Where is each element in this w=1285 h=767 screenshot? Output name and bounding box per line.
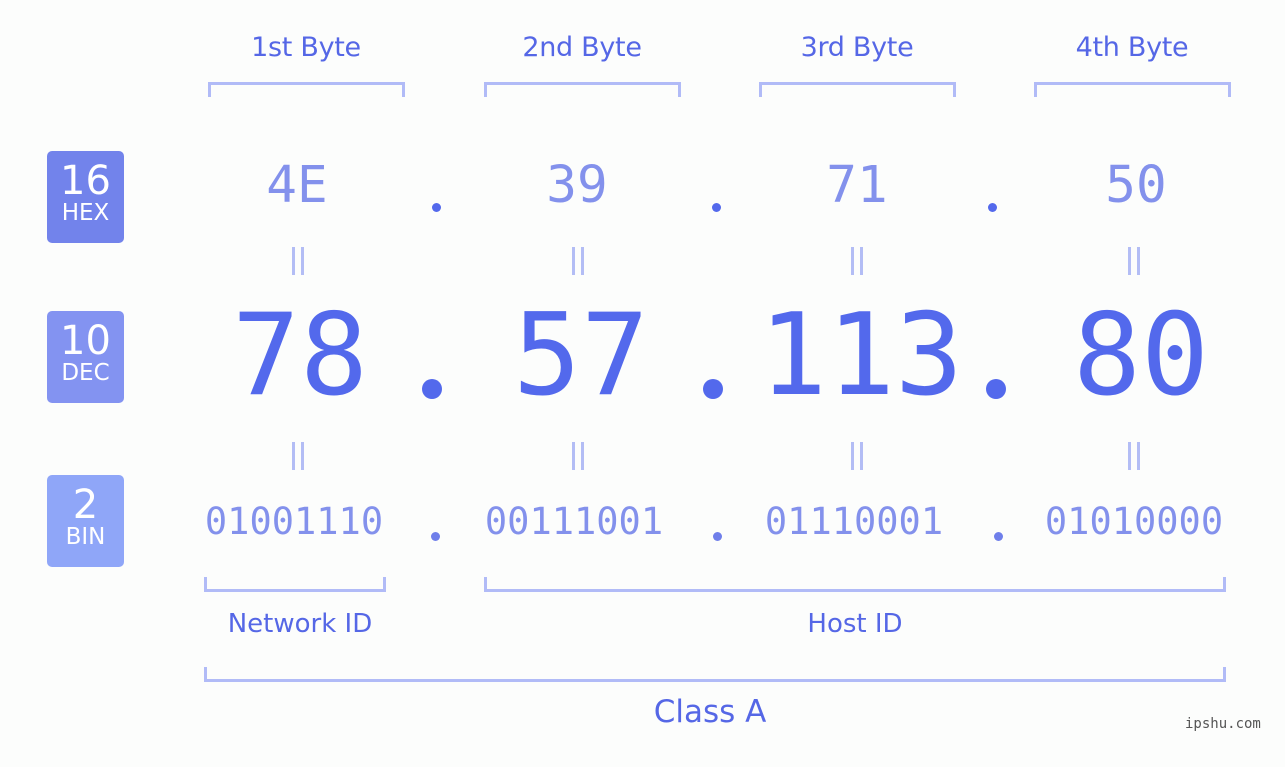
hex-value-3: 71: [826, 156, 888, 215]
host-id-bracket: [484, 577, 1226, 592]
dec-base-label: DEC: [61, 360, 110, 386]
dec-value-4: 80: [1072, 289, 1210, 421]
hex-value-1: 4E: [266, 156, 328, 215]
dec-value-1: 78: [231, 289, 369, 421]
dec-base-number: 10: [60, 318, 111, 364]
hex-badge: 16 HEX: [47, 151, 124, 243]
hex-dot-2: [712, 203, 721, 212]
dec-value-3: 113: [758, 289, 964, 421]
host-id-label: Host ID: [807, 609, 903, 639]
bin-value-4: 01010000: [1044, 500, 1224, 543]
byte-title-3: 3rd Byte: [800, 32, 914, 63]
byte-title-4: 4th Byte: [1075, 32, 1189, 63]
bin-dot-3: [994, 532, 1003, 541]
equals-icon: [1126, 247, 1144, 275]
dec-dot-2: [703, 379, 723, 399]
ip-class-label: Class A: [653, 694, 767, 730]
byte-bracket-2: [484, 82, 681, 97]
equals-icon: [849, 442, 867, 470]
byte-bracket-4: [1034, 82, 1231, 97]
bin-value-2: 00111001: [484, 500, 664, 543]
bin-value-1: 01001110: [204, 500, 384, 543]
hex-base-number: 16: [60, 158, 111, 204]
equals-icon: [570, 442, 588, 470]
bin-dot-2: [713, 532, 722, 541]
network-id-label: Network ID: [227, 609, 373, 639]
hex-dot-3: [988, 203, 997, 212]
byte-bracket-3: [759, 82, 956, 97]
bin-dot-1: [431, 532, 440, 541]
dec-badge: 10 DEC: [47, 311, 124, 403]
watermark: ipshu.com: [1185, 716, 1261, 732]
class-bracket: [204, 667, 1226, 682]
dec-dot-1: [422, 379, 442, 399]
dec-dot-3: [986, 379, 1006, 399]
hex-dot-1: [432, 203, 441, 212]
equals-icon: [290, 442, 308, 470]
equals-icon: [570, 247, 588, 275]
bin-badge: 2 BIN: [47, 475, 124, 567]
dec-value-2: 57: [512, 289, 650, 421]
bin-base-number: 2: [72, 482, 99, 528]
bin-value-3: 01110001: [764, 500, 944, 543]
hex-value-4: 50: [1105, 156, 1167, 215]
hex-base-label: HEX: [61, 200, 110, 226]
byte-title-2: 2nd Byte: [522, 32, 642, 63]
equals-icon: [849, 247, 867, 275]
hex-value-2: 39: [546, 156, 608, 215]
byte-bracket-1: [208, 82, 405, 97]
bin-base-label: BIN: [65, 524, 106, 550]
equals-icon: [1126, 442, 1144, 470]
network-id-bracket: [204, 577, 386, 592]
byte-title-1: 1st Byte: [251, 32, 361, 63]
equals-icon: [290, 247, 308, 275]
